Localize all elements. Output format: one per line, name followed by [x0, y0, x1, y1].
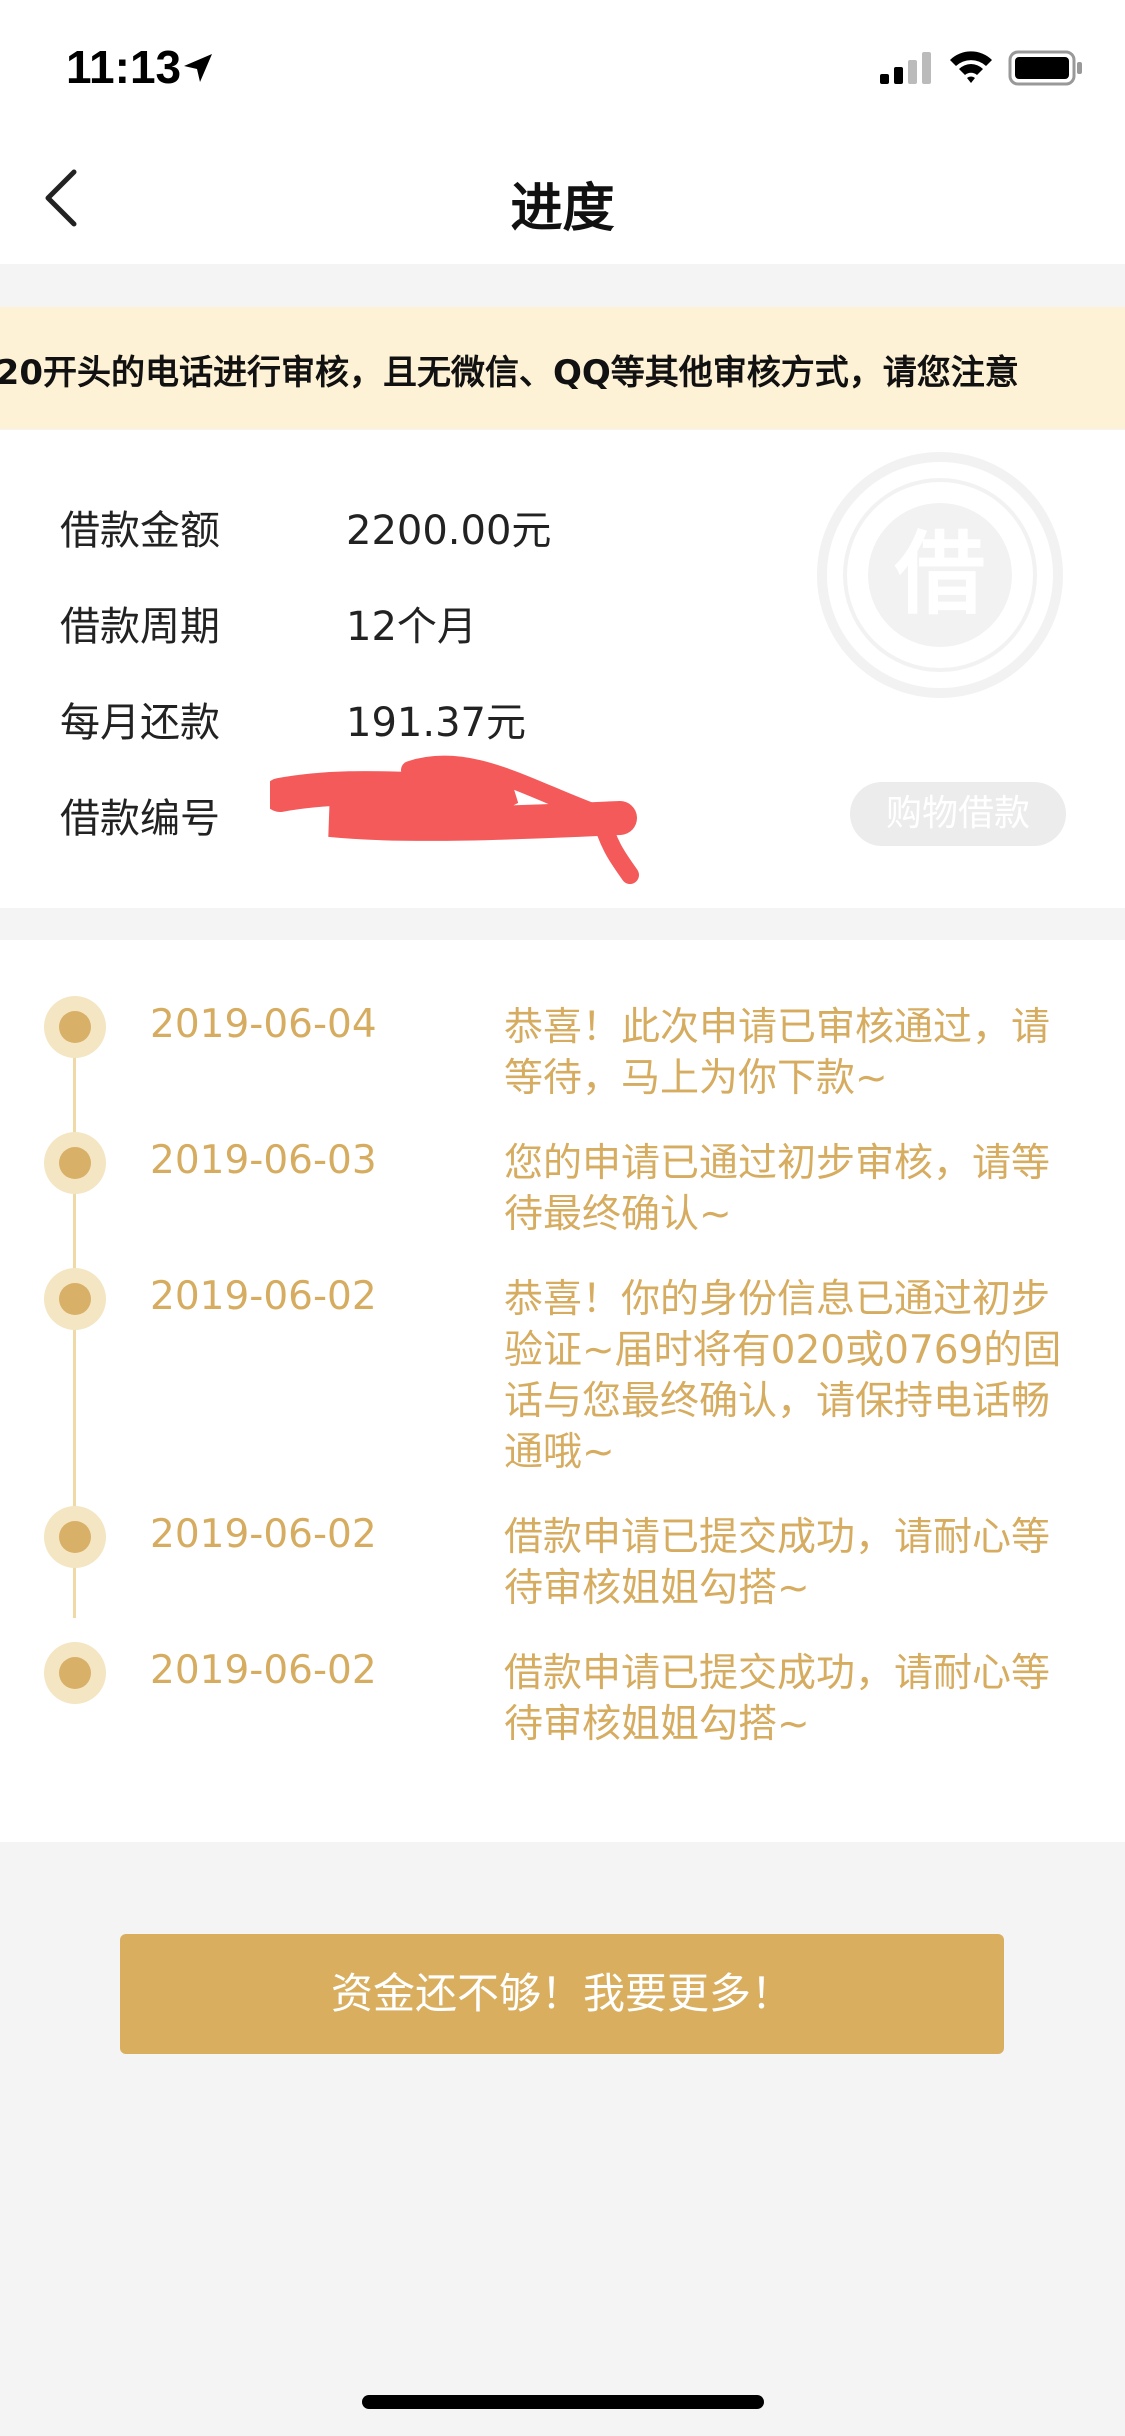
- wifi-icon: [950, 51, 992, 83]
- timeline-date: 2019-06-04: [150, 1002, 377, 1047]
- timeline-dot-icon: [44, 1132, 106, 1194]
- loan-stamp-icon: 借: [817, 452, 1063, 698]
- nav-bar: 进度: [0, 132, 1125, 264]
- notice-banner: 020开头的电话进行审核，且无微信、QQ等其他审核方式，请您注意: [0, 307, 1125, 429]
- loan-info-card: 借 借款金额 2200.00元 借款周期 12个月 每月还款 191.37元 借…: [0, 430, 1125, 908]
- notice-text: 020开头的电话进行审核，且无微信、QQ等其他审核方式，请您注意: [0, 353, 1019, 393]
- timeline-description: 恭喜！此次申请已审核通过，请等待，马上为你下款~: [504, 1005, 1051, 1101]
- timeline-date: 2019-06-02: [150, 1648, 377, 1693]
- loan-period-value: 12个月: [346, 604, 477, 650]
- stamp-text: 借: [894, 522, 985, 627]
- timeline-description: 借款申请已提交成功，请耐心等待审核姐姐勾搭~: [504, 1515, 1051, 1611]
- timeline-dot-icon: [44, 1506, 106, 1568]
- timeline-dot-icon: [44, 996, 106, 1058]
- cellular-signal-icon: [880, 52, 931, 84]
- loan-number-label: 借款编号: [60, 796, 220, 842]
- home-indicator[interactable]: [362, 2395, 764, 2409]
- monthly-repayment-label: 每月还款: [60, 700, 220, 746]
- timeline-date: 2019-06-02: [150, 1512, 377, 1557]
- loan-amount-label: 借款金额: [60, 508, 220, 554]
- timeline-description: 恭喜！你的身份信息已通过初步验证~届时将有020或0769的固话与您最终确认，请…: [504, 1277, 1062, 1475]
- location-arrow-icon: [184, 54, 212, 82]
- timeline-dot-icon: [44, 1268, 106, 1330]
- loan-type-badge: 购物借款: [850, 782, 1066, 846]
- status-bar: 11:13: [0, 0, 1125, 132]
- timeline-description: 借款申请已提交成功，请耐心等待审核姐姐勾搭~: [504, 1651, 1051, 1747]
- timeline-description: 您的申请已通过初步审核，请等待最终确认~: [504, 1141, 1051, 1237]
- progress-timeline: 2019-06-04 恭喜！此次申请已审核通过，请等待，马上为你下款~ 2019…: [0, 940, 1125, 1842]
- timeline-date: 2019-06-02: [150, 1274, 377, 1319]
- battery-icon: [1008, 50, 1082, 86]
- loan-period-label: 借款周期: [60, 604, 220, 650]
- status-time: 11:13: [66, 41, 182, 93]
- timeline-date: 2019-06-03: [150, 1138, 377, 1183]
- timeline-dot-icon: [44, 1642, 106, 1704]
- loan-amount-value: 2200.00元: [346, 508, 552, 554]
- get-more-funds-button[interactable]: 资金还不够！我要更多！: [120, 1934, 1004, 2054]
- page-title: 进度: [510, 179, 615, 239]
- redaction-scribble: [270, 755, 639, 884]
